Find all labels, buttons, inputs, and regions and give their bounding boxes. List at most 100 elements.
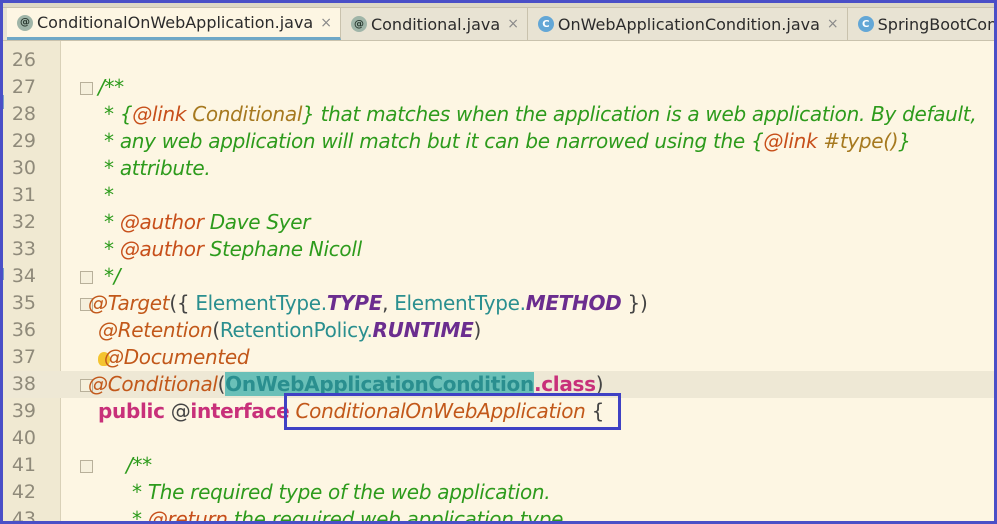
code-token: *: [98, 183, 114, 207]
code-token: Stephane Nicoll: [203, 237, 362, 261]
code-token: * {: [98, 102, 133, 126]
tab-onwebapplicationcondition-java[interactable]: C OnWebApplicationCondition.java ×: [528, 8, 848, 40]
annotation-icon: @: [17, 14, 33, 31]
code-token: METHOD: [525, 291, 622, 315]
code-token: @link: [132, 102, 187, 126]
code-text: * @author Dave Syer: [98, 209, 310, 236]
code-line[interactable]: 32 * @author Dave Syer: [0, 209, 997, 236]
code-text: * attribute.: [98, 155, 211, 182]
code-token: *: [98, 210, 120, 234]
code-token: @Documented: [104, 345, 250, 369]
fold-marker-icon[interactable]: [80, 82, 93, 95]
close-icon[interactable]: ×: [827, 16, 839, 32]
line-number: 27: [11, 76, 36, 98]
code-text: * any web application will match but it …: [98, 128, 911, 155]
code-line[interactable]: 43 * @return the required web applicatio…: [0, 506, 997, 524]
line-number: 30: [11, 157, 36, 179]
code-token: the required web application type: [227, 507, 564, 524]
code-text: * @return the required web application t…: [126, 506, 563, 524]
code-line[interactable]: 42 * The required type of the web applic…: [0, 479, 997, 506]
code-token: ElementType.: [195, 291, 327, 315]
code-text: /**: [98, 74, 124, 101]
code-line[interactable]: 33 * @author Stephane Nicoll: [0, 236, 997, 263]
editor-tab-bar: @ ConditionalOnWebApplication.java × @ Condi…: [0, 0, 997, 41]
breadcrumb-strip: [0, 0, 997, 8]
tab-conditionalonwebapplication-java[interactable]: @ ConditionalOnWebApplication.java ×: [7, 8, 341, 40]
code-token: #type(): [823, 129, 899, 153]
code-token: * any web application will match but it …: [98, 129, 764, 153]
line-number: 35: [11, 292, 36, 314]
tab-label: OnWebApplicationCondition.java: [557, 14, 820, 34]
code-line[interactable]: 28 * {@link Conditional} that matches wh…: [0, 101, 997, 128]
close-icon[interactable]: ×: [320, 15, 332, 31]
line-number: 39: [11, 400, 36, 422]
code-token: Dave Syer: [203, 210, 311, 234]
code-line[interactable]: 41 /**: [0, 452, 997, 479]
line-number: 28: [11, 103, 36, 125]
code-token: } that matches when the application is a…: [302, 102, 977, 126]
tab-label: Conditional.java: [370, 14, 501, 34]
code-token: *: [98, 237, 120, 261]
class-icon: C: [857, 16, 874, 32]
code-text: @Documented: [98, 344, 250, 371]
code-line[interactable]: 26: [0, 47, 997, 74]
line-number: 36: [11, 319, 36, 341]
code-line[interactable]: 36 @Retention(RetentionPolicy.RUNTIME): [0, 317, 997, 344]
line-number: 41: [11, 454, 36, 476]
annotation-icon: @: [350, 16, 367, 32]
code-line[interactable]: 29 * any web application will match but …: [0, 128, 997, 155]
code-token: * attribute.: [98, 156, 211, 180]
code-token: @Conditional: [88, 372, 218, 396]
highlight-box: [284, 393, 621, 430]
code-token: ): [473, 318, 481, 342]
code-line[interactable]: 27 /**: [0, 74, 997, 101]
fold-marker-icon[interactable]: [80, 271, 93, 284]
code-token: *: [126, 507, 148, 524]
close-icon[interactable]: ×: [507, 16, 519, 32]
code-token: @Target: [88, 291, 170, 315]
code-text: @Target({ ElementType.TYPE, ElementType.…: [88, 290, 648, 317]
code-token: @return: [147, 507, 228, 524]
line-number: 33: [11, 238, 36, 260]
line-number: 37: [11, 346, 36, 368]
line-number: 32: [11, 211, 36, 233]
code-line[interactable]: 35 @Target({ ElementType.TYPE, ElementTyp…: [0, 290, 997, 317]
code-text: * The required type of the web applicati…: [126, 479, 551, 506]
code-token: /**: [98, 75, 124, 99]
code-token: /**: [126, 453, 152, 477]
code-token: ElementType.: [394, 291, 526, 315]
code-text: /**: [126, 452, 152, 479]
code-text: * @author Stephane Nicoll: [98, 236, 362, 263]
line-number: 40: [11, 427, 36, 449]
code-token: @link: [763, 129, 818, 153]
code-token: @author: [119, 237, 204, 261]
code-editor[interactable]: 26 27/** 28 * {@link Conditional} that mat…: [0, 41, 997, 524]
code-line[interactable]: 30 * attribute.: [0, 155, 997, 182]
code-token: public: [98, 399, 165, 423]
tab-springbootcondition-jav[interactable]: CSpringBootCondition.jav: [848, 8, 997, 40]
code-token: ,: [382, 291, 395, 315]
code-token: @: [164, 399, 191, 423]
code-line[interactable]: 37 @Documented: [0, 344, 997, 371]
line-number: 43: [11, 508, 36, 524]
fold-marker-icon[interactable]: [80, 460, 93, 473]
code-token: */: [98, 264, 121, 288]
code-token: }: [898, 129, 911, 153]
class-icon: C: [537, 16, 554, 32]
line-number: 34: [11, 265, 36, 287]
code-token: @author: [119, 210, 204, 234]
code-text: @Retention(RetentionPolicy.RUNTIME): [98, 317, 481, 344]
code-line[interactable]: 31 *: [0, 182, 997, 209]
code-text: */: [98, 263, 120, 290]
code-token: TYPE: [326, 291, 383, 315]
line-number: 42: [11, 481, 36, 503]
line-number: 38: [11, 373, 36, 395]
code-line[interactable]: 34 */: [0, 263, 997, 290]
code-text: * {@link Conditional} that matches when …: [98, 101, 977, 128]
code-token: (: [212, 318, 220, 342]
line-number: 31: [11, 184, 36, 206]
code-token: }): [621, 291, 648, 315]
tab-conditional-java[interactable]: @ Conditional.java ×: [341, 8, 528, 40]
code-token: RUNTIME: [372, 318, 474, 342]
line-number: 29: [11, 130, 36, 152]
